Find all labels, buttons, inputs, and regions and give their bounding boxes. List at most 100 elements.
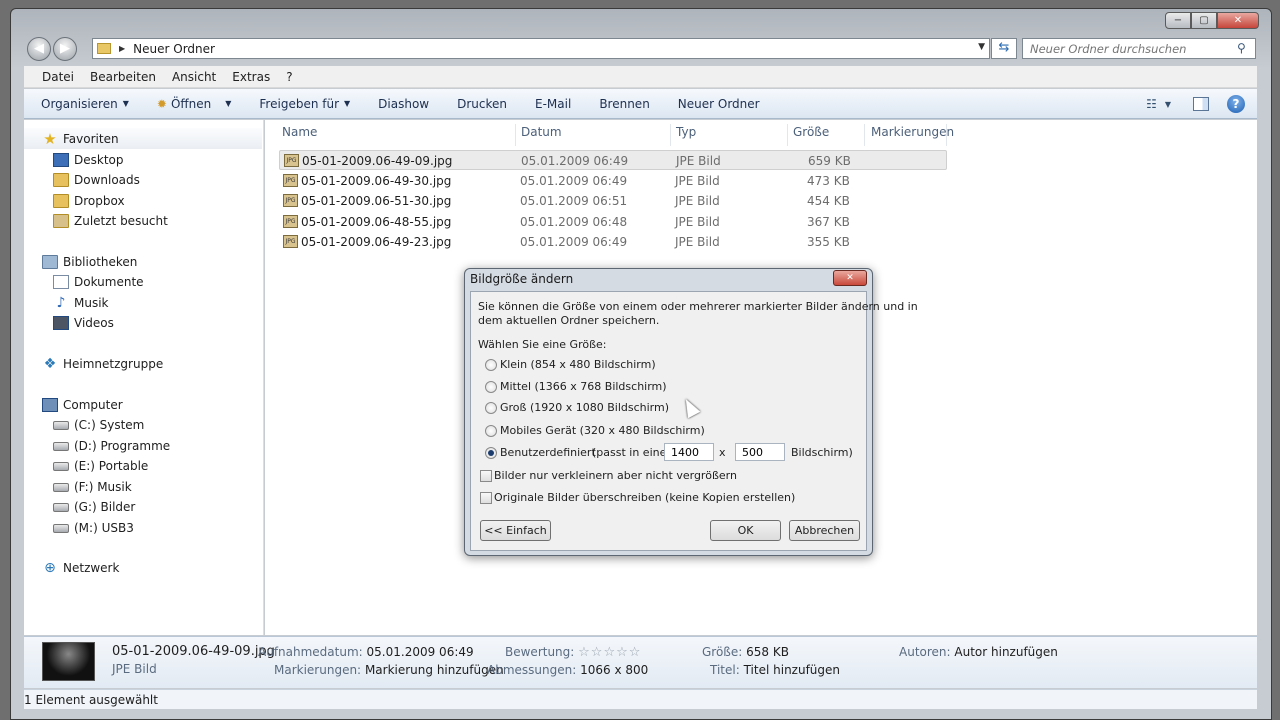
width-input[interactable] xyxy=(664,443,714,461)
nav-homegroup[interactable]: ❖ Heimnetzgruppe xyxy=(42,357,163,371)
menu-ansicht[interactable]: Ansicht xyxy=(172,70,216,84)
column-divider[interactable] xyxy=(864,124,865,146)
column-divider[interactable] xyxy=(787,124,788,146)
menu-datei[interactable]: Datei xyxy=(42,70,74,84)
email-button[interactable]: E-Mail xyxy=(535,97,571,111)
menu-extras[interactable]: Extras xyxy=(232,70,270,84)
file-row[interactable]: JPG 05-01-2009.06-48-55.jpg 05.01.2009 0… xyxy=(279,212,947,232)
nav-recent[interactable]: Zuletzt besucht xyxy=(53,214,168,228)
radio-small[interactable] xyxy=(485,359,497,371)
menu-bearbeiten[interactable]: Bearbeiten xyxy=(90,70,156,84)
nav-drive-c[interactable]: (C:) System xyxy=(53,418,144,432)
details-value[interactable]: 05.01.2009 06:49 xyxy=(367,645,474,659)
column-header-tags[interactable]: Markierungen xyxy=(871,126,954,148)
details-rating: Bewertung: ☆☆☆☆☆ xyxy=(505,645,641,660)
nav-drive-g[interactable]: (G:) Bilder xyxy=(53,500,135,514)
file-row[interactable]: JPG 05-01-2009.06-49-30.jpg 05.01.2009 0… xyxy=(279,171,947,191)
dialog-intro-line1: Sie können die Größe von einem oder mehr… xyxy=(478,300,918,313)
chevron-down-icon[interactable]: ▼ xyxy=(1165,100,1171,109)
radio-small-label[interactable]: Klein (854 x 480 Bildschirm) xyxy=(500,358,656,371)
radio-mobile[interactable] xyxy=(485,425,497,437)
open-button[interactable]: ✹ Öffnen ▼ xyxy=(157,97,232,111)
back-button[interactable]: ◀ xyxy=(27,37,51,61)
shrink-only-label[interactable]: Bilder nur verkleinern aber nicht vergrö… xyxy=(494,469,737,482)
details-value[interactable]: Autor hinzufügen xyxy=(954,645,1058,659)
column-divider[interactable] xyxy=(670,124,671,146)
organize-button[interactable]: Organisieren ▼ xyxy=(41,97,129,111)
minimize-button[interactable]: − xyxy=(1165,12,1191,29)
dialog-close-button[interactable]: ✕ xyxy=(833,270,867,286)
slideshow-button[interactable]: Diashow xyxy=(378,97,429,111)
radio-mobile-label[interactable]: Mobiles Gerät (320 x 480 Bildschirm) xyxy=(500,424,705,437)
height-input[interactable] xyxy=(735,443,785,461)
column-header-size[interactable]: Größe xyxy=(793,126,829,148)
nav-drive-m[interactable]: (M:) USB3 xyxy=(53,521,134,535)
view-options-icon[interactable]: ☷ xyxy=(1146,97,1157,111)
cancel-button[interactable]: Abbrechen xyxy=(789,520,860,541)
details-label: Abmessungen: xyxy=(487,663,577,677)
radio-custom-label[interactable]: Benutzerdefiniert xyxy=(500,446,596,459)
breadcrumb-arrow-icon[interactable]: ▶ xyxy=(119,44,125,53)
details-value[interactable]: Titel hinzufügen xyxy=(744,663,840,677)
column-divider[interactable] xyxy=(515,124,516,146)
file-size: 367 KB xyxy=(807,215,850,229)
details-value[interactable]: Markierung hinzufügen xyxy=(365,663,504,677)
nav-drive-f[interactable]: (F:) Musik xyxy=(53,480,132,494)
radio-large[interactable] xyxy=(485,402,497,414)
preview-pane-icon[interactable] xyxy=(1193,97,1209,111)
nav-network[interactable]: ⊕ Netzwerk xyxy=(42,561,119,575)
close-button[interactable]: ✕ xyxy=(1217,12,1259,29)
share-button[interactable]: Freigeben für ▼ xyxy=(259,97,350,111)
help-icon[interactable]: ? xyxy=(1227,95,1245,113)
print-button[interactable]: Drucken xyxy=(457,97,507,111)
column-divider[interactable] xyxy=(946,124,947,146)
homegroup-icon: ❖ xyxy=(43,356,57,372)
details-value: 1066 x 800 xyxy=(580,663,649,677)
radio-medium[interactable] xyxy=(485,381,497,393)
nav-dropbox[interactable]: Dropbox xyxy=(53,194,125,208)
nav-computer[interactable]: Computer xyxy=(42,398,123,412)
breadcrumb-current[interactable]: Neuer Ordner xyxy=(133,42,215,56)
search-box[interactable]: ⚲ xyxy=(1022,38,1256,59)
nav-favorites[interactable]: ★ Favoriten xyxy=(42,132,118,147)
forward-button[interactable]: ▶ xyxy=(53,37,77,61)
details-label: Größe: xyxy=(702,645,743,659)
refresh-button[interactable]: ⇆ xyxy=(991,38,1017,59)
nav-music[interactable]: ♪ Musik xyxy=(53,296,109,310)
address-dropdown-icon[interactable]: ▼ xyxy=(978,42,985,52)
nav-downloads[interactable]: Downloads xyxy=(53,173,140,187)
chevron-down-icon: ▼ xyxy=(225,99,232,108)
new-folder-button[interactable]: Neuer Ordner xyxy=(678,97,760,111)
nav-drive-d[interactable]: (D:) Programme xyxy=(53,439,170,453)
file-row[interactable]: JPG 05-01-2009.06-51-30.jpg 05.01.2009 0… xyxy=(279,191,947,211)
simple-button[interactable]: << Einfach xyxy=(480,520,551,541)
file-type: JPE Bild xyxy=(675,194,720,208)
column-header-type[interactable]: Typ xyxy=(676,126,696,148)
nav-videos[interactable]: Videos xyxy=(53,316,114,330)
nav-documents[interactable]: Dokumente xyxy=(53,275,144,289)
radio-medium-label[interactable]: Mittel (1366 x 768 Bildschirm) xyxy=(500,380,667,393)
overwrite-checkbox[interactable] xyxy=(480,492,492,504)
details-date: Aufnahmedatum: 05.01.2009 06:49 xyxy=(258,645,474,659)
shrink-only-checkbox[interactable] xyxy=(480,470,492,482)
nav-drive-e[interactable]: (E:) Portable xyxy=(53,459,148,473)
menu-help[interactable]: ? xyxy=(286,70,292,84)
radio-large-label[interactable]: Groß (1920 x 1080 Bildschirm) xyxy=(500,401,669,414)
burn-button[interactable]: Brennen xyxy=(599,97,649,111)
nav-libraries[interactable]: Bibliotheken xyxy=(42,255,137,269)
maximize-button[interactable]: ▢ xyxy=(1191,12,1217,29)
screen-label: Bildschirm) xyxy=(791,446,853,459)
details-dimensions: Abmessungen: 1066 x 800 xyxy=(487,663,648,677)
radio-custom[interactable] xyxy=(485,447,497,459)
search-input[interactable] xyxy=(1023,39,1223,58)
ok-button[interactable]: OK xyxy=(710,520,781,541)
address-bar[interactable]: ▶ Neuer Ordner ▼ xyxy=(92,38,990,59)
overwrite-label[interactable]: Originale Bilder überschreiben (keine Ko… xyxy=(494,491,795,504)
nav-desktop[interactable]: Desktop xyxy=(53,153,124,167)
file-row[interactable]: JPG 05-01-2009.06-49-23.jpg 05.01.2009 0… xyxy=(279,232,947,252)
column-header-date[interactable]: Datum xyxy=(521,126,562,148)
column-header-name[interactable]: Name xyxy=(282,126,317,148)
search-icon[interactable]: ⚲ xyxy=(1237,41,1251,55)
rating-stars-icon[interactable]: ☆☆☆☆☆ xyxy=(578,645,641,660)
file-row[interactable]: JPG 05-01-2009.06-49-09.jpg 05.01.2009 0… xyxy=(279,150,947,170)
